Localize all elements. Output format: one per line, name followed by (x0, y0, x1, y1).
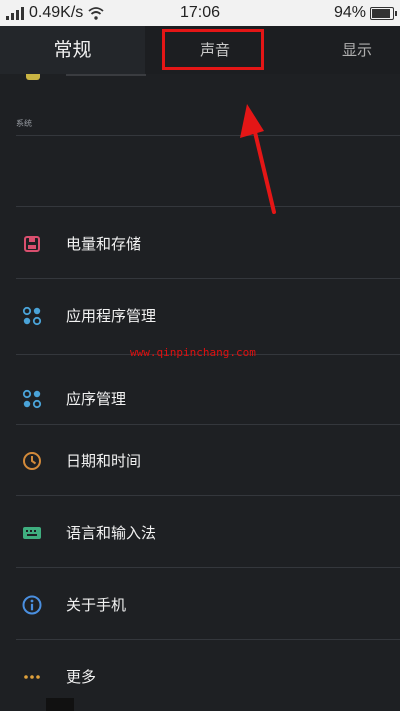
list-item-more[interactable]: 更多 (0, 657, 400, 697)
section-label-system: 系统 (16, 119, 32, 128)
list-item-language-input[interactable]: 语言和输入法 (0, 513, 400, 553)
list-item-label: 更多 (66, 668, 97, 686)
partial-list-item (0, 74, 400, 86)
status-bar: 0.49K/s 17:06 94% (0, 0, 400, 26)
list-item-label: 应序管理 (66, 390, 127, 408)
tab-display[interactable]: 显示 (322, 26, 392, 74)
list-item-about-phone[interactable]: 关于手机 (0, 585, 400, 625)
divider (16, 639, 400, 640)
status-right: 94% (333, 4, 397, 22)
list-item-label: 语言和输入法 (66, 524, 157, 542)
list-item-label: 关于手机 (66, 596, 127, 614)
divider (16, 424, 400, 425)
battery-storage-icon (24, 236, 40, 252)
divider (16, 278, 400, 279)
divider (16, 135, 400, 136)
list-item-app-management-2[interactable]: 应序管理 (0, 379, 400, 419)
keyboard-icon (23, 527, 41, 539)
divider (16, 567, 400, 568)
apps-icon (22, 389, 42, 409)
list-item-label: 应用程序管理 (66, 307, 157, 325)
battery-percent: 94% (333, 4, 366, 21)
list-item-label: 日期和时间 (66, 452, 142, 470)
list-item-label: 电量和存储 (66, 235, 142, 253)
clock-icon (23, 452, 41, 470)
annotation-highlight-box (162, 29, 264, 70)
watermark-text: www.qinpinchang.com (130, 346, 256, 359)
divider (16, 206, 400, 207)
battery-icon (370, 6, 397, 20)
tab-general[interactable]: 常规 (0, 26, 145, 74)
list-item-app-management[interactable]: 应用程序管理 (0, 296, 400, 336)
divider (16, 495, 400, 496)
partial-item-icon (26, 74, 40, 80)
list-item-date-time[interactable]: 日期和时间 (0, 441, 400, 481)
apps-icon (22, 306, 42, 326)
nav-bar-fragment (46, 698, 74, 711)
more-icon (24, 675, 40, 679)
info-icon (22, 595, 42, 615)
partial-item-label (66, 74, 146, 76)
list-item-battery-storage[interactable]: 电量和存储 (0, 224, 400, 264)
